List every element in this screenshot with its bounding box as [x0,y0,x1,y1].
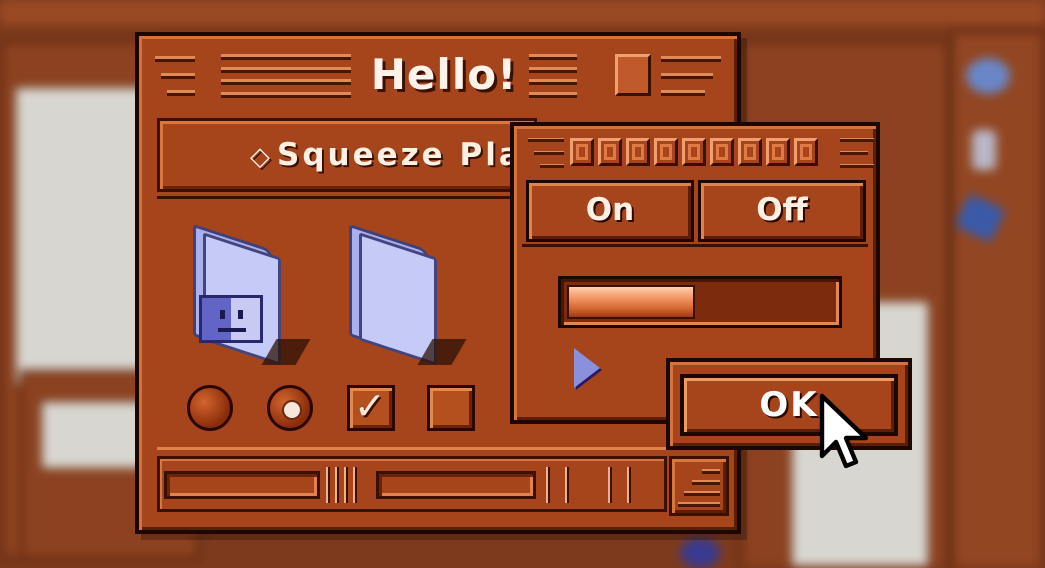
scroll-track-left[interactable] [164,471,320,499]
plain-folder-icon[interactable] [349,224,469,367]
scroll-arrow-left-icon[interactable] [546,467,569,503]
window-title: Hello! [370,50,518,99]
scroll-arrow-right-icon[interactable] [608,467,631,503]
checkmark-icon: ✓ [354,384,386,428]
disclosure-triangle-icon[interactable] [574,348,600,388]
palette-close-stripes-icon[interactable] [528,138,564,168]
segment-on-button[interactable]: On [526,180,694,242]
palette-titlebar[interactable] [522,132,874,172]
titlebar-stripes-left-icon [155,56,195,96]
collapse-box-icon[interactable] [661,56,721,96]
progress-bar [558,276,842,328]
titlebar-stripes-left [221,54,351,98]
palette-collapse-stripes-icon[interactable] [840,138,874,168]
platter-tab-label: Squeeze Pla [277,137,523,173]
platter-tab-diamond-icon: ◇ [250,142,273,172]
scroll-track-right[interactable] [376,471,536,499]
desktop-menubar [0,0,1045,28]
ok-button-frame: OK [666,358,912,450]
checkbox-unchecked[interactable] [427,385,475,431]
disk-icon [966,58,1010,94]
finder-folder-icon[interactable] [193,224,313,367]
radio-button-unselected[interactable] [187,385,233,431]
horizontal-scrollbar[interactable] [157,456,667,512]
radio-button-selected[interactable] [267,385,313,431]
palette-divider [522,244,868,247]
trash-icon [680,538,720,568]
background-document [14,86,154,386]
scroll-thumb-grip[interactable] [326,467,357,503]
resize-grow-box-icon[interactable] [669,456,729,516]
squeeze-platter-tab[interactable]: ◇ Squeeze Pla [157,118,537,192]
zoom-box-icon[interactable] [615,54,651,96]
progress-bar-fill [567,285,695,319]
segment-off-button[interactable]: Off [698,180,866,242]
checkbox-checked[interactable]: ✓ [347,384,395,431]
network-icon [972,130,996,170]
window-titlebar[interactable]: Hello! [147,44,729,106]
finder-face-icon [199,295,263,343]
titlebar-stripes-right [529,54,577,98]
desktop-icon-strip [950,30,1045,568]
palette-title-squares [570,138,818,166]
mouse-pointer-icon [819,393,869,469]
